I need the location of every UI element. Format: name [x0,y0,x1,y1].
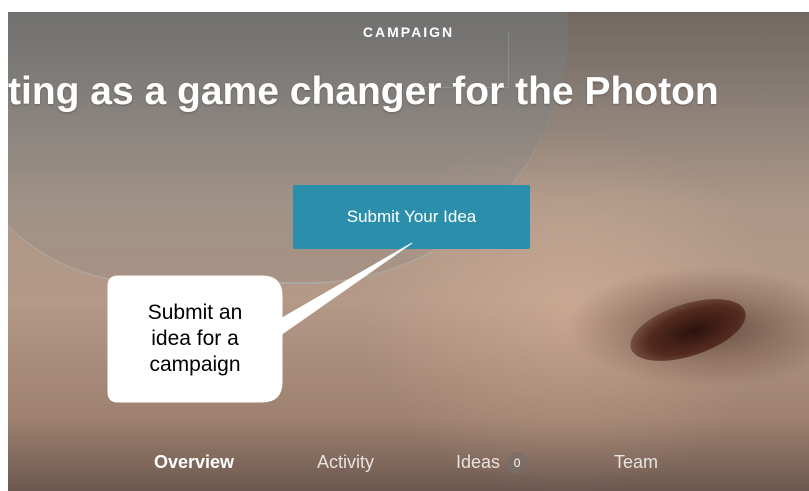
callout-line: Submit an [147,300,243,324]
ideas-count-badge: 0 [506,452,529,475]
callout-line: idea for a [151,326,239,350]
tab-label: Ideas [456,452,501,472]
tab-team[interactable]: Team [614,452,658,473]
tab-activity[interactable]: Activity [317,452,374,473]
tab-label: Overview [154,452,235,472]
campaign-headline: ting as a game changer for the Photon [8,70,719,113]
submit-idea-button[interactable]: Submit Your Idea [293,185,530,249]
tab-ideas[interactable]: Ideas 0 [456,452,529,475]
tab-label: Team [614,452,659,472]
campaign-hero: CAMPAIGN ting as a game changer for the … [8,12,809,491]
callout-text: Submit an idea for a campaign [108,276,282,402]
section-label: CAMPAIGN [362,24,455,40]
tab-overview[interactable]: Overview [154,452,234,473]
tab-label: Activity [317,452,375,472]
campaign-tabs: Overview Activity Ideas 0 Team [8,442,809,482]
callout-line: campaign [149,353,241,377]
